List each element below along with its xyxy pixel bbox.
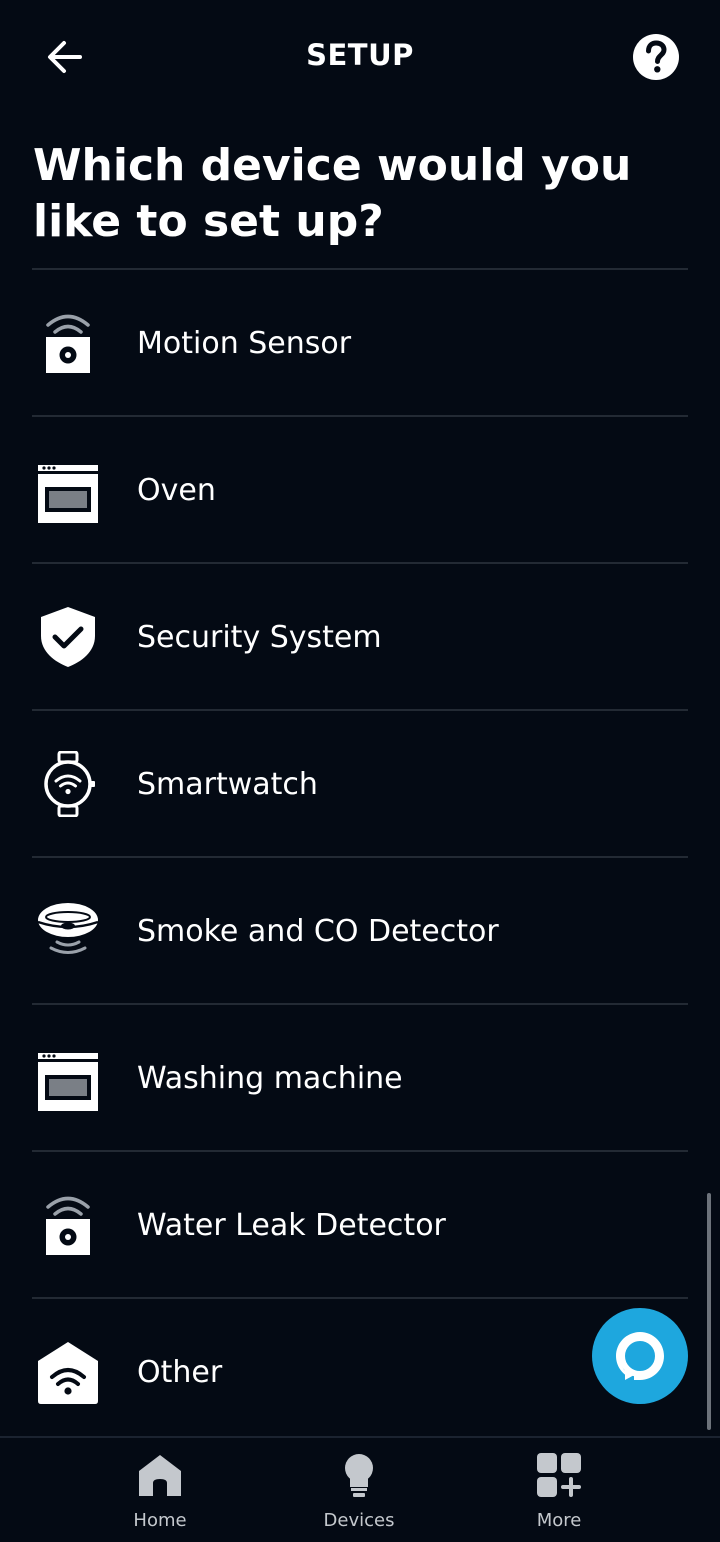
device-label: Other xyxy=(137,1355,223,1390)
device-item-smoke-co-detector[interactable]: Smoke and CO Detector xyxy=(32,856,688,1003)
nav-more[interactable]: More xyxy=(489,1438,629,1542)
device-label: Smoke and CO Detector xyxy=(137,914,499,949)
smartwatch-icon xyxy=(44,751,95,817)
bottom-navigation: Home Devices More xyxy=(0,1436,720,1542)
home-icon xyxy=(139,1455,181,1496)
nav-label: Devices xyxy=(323,1510,395,1531)
lightbulb-icon xyxy=(345,1454,373,1497)
alexa-button[interactable] xyxy=(592,1308,688,1404)
house-wifi-icon xyxy=(38,1342,98,1404)
nav-devices[interactable]: Devices xyxy=(289,1438,429,1542)
device-item-other[interactable]: Other xyxy=(32,1297,688,1444)
grid-plus-icon xyxy=(537,1453,581,1497)
device-label: Smartwatch xyxy=(137,767,318,802)
washing-machine-icon xyxy=(38,1053,98,1111)
device-item-oven[interactable]: Oven xyxy=(32,415,688,562)
device-label: Oven xyxy=(137,473,216,508)
device-item-motion-sensor[interactable]: Motion Sensor xyxy=(32,268,688,415)
device-item-smartwatch[interactable]: Smartwatch xyxy=(32,709,688,856)
shield-check-icon xyxy=(41,607,95,667)
help-button[interactable] xyxy=(632,33,680,81)
nav-label: Home xyxy=(133,1510,187,1531)
water-leak-sensor-icon xyxy=(46,1196,90,1255)
device-item-water-leak-detector[interactable]: Water Leak Detector xyxy=(32,1150,688,1297)
nav-label: More xyxy=(536,1510,582,1531)
motion-sensor-icon xyxy=(46,314,90,373)
device-item-security-system[interactable]: Security System xyxy=(32,562,688,709)
app-header: SETUP xyxy=(0,0,720,112)
device-label: Motion Sensor xyxy=(137,326,352,361)
device-list: Motion Sensor Oven Security System Smart… xyxy=(32,268,688,1444)
question-mark-icon xyxy=(633,34,679,80)
device-label: Water Leak Detector xyxy=(137,1208,446,1243)
oven-icon xyxy=(38,465,98,523)
alexa-icon xyxy=(616,1332,664,1380)
device-label: Washing machine xyxy=(137,1061,403,1096)
header-title: SETUP xyxy=(306,38,414,72)
smoke-detector-icon xyxy=(37,903,99,954)
scrollbar[interactable] xyxy=(707,1193,711,1430)
page-title: Which device would you like to set up? xyxy=(33,140,632,247)
nav-home[interactable]: Home xyxy=(90,1438,230,1542)
device-item-washing-machine[interactable]: Washing machine xyxy=(32,1003,688,1150)
device-label: Security System xyxy=(137,620,382,655)
